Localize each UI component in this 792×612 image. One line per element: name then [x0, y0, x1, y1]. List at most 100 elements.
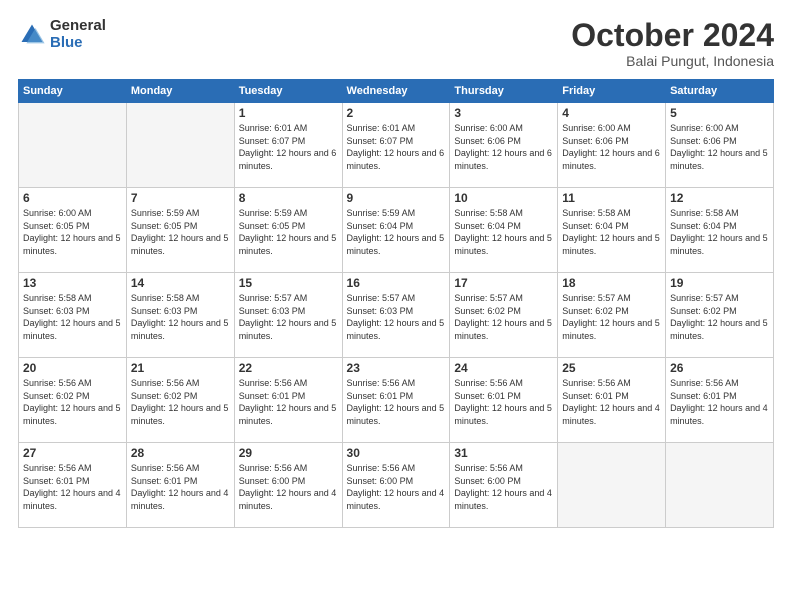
calendar-day-cell: 2 Sunrise: 6:01 AMSunset: 6:07 PMDaylight…	[342, 103, 450, 188]
weekday-header: Sunday	[19, 80, 127, 103]
calendar-day-cell: 24Sunrise: 5:56 AMSunset: 6:01 PMDayligh…	[450, 358, 558, 443]
calendar-day-cell: 15Sunrise: 5:57 AMSunset: 6:03 PMDayligh…	[234, 273, 342, 358]
day-number: 4	[562, 106, 661, 120]
day-info: Sunrise: 5:58 AMSunset: 6:03 PMDaylight:…	[23, 292, 122, 342]
logo-text: General Blue	[50, 18, 106, 51]
weekday-header: Wednesday	[342, 80, 450, 103]
calendar-day-cell: 7Sunrise: 5:59 AMSunset: 6:05 PMDaylight…	[126, 188, 234, 273]
day-number: 29	[239, 446, 338, 460]
calendar-day-cell: 11 Sunrise: 5:58 AMSunset: 6:04 PMDayligh…	[558, 188, 666, 273]
weekday-header: Tuesday	[234, 80, 342, 103]
day-number: 11	[562, 191, 661, 205]
day-info: Sunrise: 5:56 AMSunset: 6:01 PMDaylight:…	[131, 462, 230, 512]
day-number: 12	[670, 191, 769, 205]
day-info: Sunrise: 6:01 AMSunset: 6:07 PMDaylight:…	[347, 122, 446, 172]
page: General Blue October 2024 Balai Pungut, …	[0, 0, 792, 612]
day-number: 24	[454, 361, 553, 375]
day-number: 31	[454, 446, 553, 460]
weekday-header: Saturday	[666, 80, 774, 103]
calendar-day-cell: 29 Sunrise: 5:56 AMSunset: 6:00 PMDayligh…	[234, 443, 342, 528]
day-info: Sunrise: 5:56 AMSunset: 6:02 PMDaylight:…	[23, 377, 122, 427]
calendar-day-cell: 12 Sunrise: 5:58 AMSunset: 6:04 PMDayligh…	[666, 188, 774, 273]
day-number: 23	[347, 361, 446, 375]
day-info: Sunrise: 5:57 AMSunset: 6:02 PMDaylight:…	[670, 292, 769, 342]
day-info: Sunrise: 5:57 AMSunset: 6:03 PMDaylight:…	[347, 292, 446, 342]
calendar-day-cell: 18 Sunrise: 5:57 AMSunset: 6:02 PMDayligh…	[558, 273, 666, 358]
calendar-week-row: 27 Sunrise: 5:56 AMSunset: 6:01 PMDayligh…	[19, 443, 774, 528]
day-info: Sunrise: 6:01 AMSunset: 6:07 PMDaylight:…	[239, 122, 338, 172]
day-info: Sunrise: 5:59 AMSunset: 6:04 PMDaylight:…	[347, 207, 446, 257]
day-number: 6	[23, 191, 122, 205]
day-info: Sunrise: 5:58 AMSunset: 6:03 PMDaylight:…	[131, 292, 230, 342]
calendar-day-cell	[126, 103, 234, 188]
day-info: Sunrise: 5:57 AMSunset: 6:02 PMDaylight:…	[562, 292, 661, 342]
weekday-header: Monday	[126, 80, 234, 103]
calendar-week-row: 1 Sunrise: 6:01 AMSunset: 6:07 PMDaylight…	[19, 103, 774, 188]
calendar-day-cell: 22Sunrise: 5:56 AMSunset: 6:01 PMDayligh…	[234, 358, 342, 443]
day-info: Sunrise: 5:59 AMSunset: 6:05 PMDaylight:…	[131, 207, 230, 257]
logo-blue: Blue	[50, 35, 106, 52]
day-number: 5	[670, 106, 769, 120]
logo: General Blue	[18, 18, 106, 51]
calendar-day-cell: 14 Sunrise: 5:58 AMSunset: 6:03 PMDayligh…	[126, 273, 234, 358]
calendar-week-row: 6 Sunrise: 6:00 AMSunset: 6:05 PMDaylight…	[19, 188, 774, 273]
calendar-day-cell: 3Sunrise: 6:00 AMSunset: 6:06 PMDaylight…	[450, 103, 558, 188]
calendar-day-cell: 9Sunrise: 5:59 AMSunset: 6:04 PMDaylight…	[342, 188, 450, 273]
logo-icon	[18, 21, 46, 49]
calendar-table: SundayMondayTuesdayWednesdayThursdayFrid…	[18, 79, 774, 528]
day-number: 18	[562, 276, 661, 290]
calendar-day-cell: 17Sunrise: 5:57 AMSunset: 6:02 PMDayligh…	[450, 273, 558, 358]
day-info: Sunrise: 5:56 AMSunset: 6:01 PMDaylight:…	[562, 377, 661, 427]
day-number: 17	[454, 276, 553, 290]
day-info: Sunrise: 5:56 AMSunset: 6:00 PMDaylight:…	[347, 462, 446, 512]
calendar-day-cell: 8 Sunrise: 5:59 AMSunset: 6:05 PMDaylight…	[234, 188, 342, 273]
day-number: 26	[670, 361, 769, 375]
day-number: 30	[347, 446, 446, 460]
day-info: Sunrise: 5:56 AMSunset: 6:01 PMDaylight:…	[347, 377, 446, 427]
day-info: Sunrise: 5:56 AMSunset: 6:00 PMDaylight:…	[454, 462, 553, 512]
day-info: Sunrise: 6:00 AMSunset: 6:05 PMDaylight:…	[23, 207, 122, 257]
day-number: 10	[454, 191, 553, 205]
day-number: 20	[23, 361, 122, 375]
calendar-day-cell: 16 Sunrise: 5:57 AMSunset: 6:03 PMDayligh…	[342, 273, 450, 358]
day-number: 3	[454, 106, 553, 120]
calendar-day-cell: 27 Sunrise: 5:56 AMSunset: 6:01 PMDayligh…	[19, 443, 127, 528]
day-number: 13	[23, 276, 122, 290]
calendar-day-cell	[558, 443, 666, 528]
calendar-week-row: 13 Sunrise: 5:58 AMSunset: 6:03 PMDayligh…	[19, 273, 774, 358]
day-number: 21	[131, 361, 230, 375]
day-number: 15	[239, 276, 338, 290]
calendar-day-cell: 19 Sunrise: 5:57 AMSunset: 6:02 PMDayligh…	[666, 273, 774, 358]
day-number: 14	[131, 276, 230, 290]
header: General Blue October 2024 Balai Pungut, …	[18, 18, 774, 69]
calendar-day-cell: 23 Sunrise: 5:56 AMSunset: 6:01 PMDayligh…	[342, 358, 450, 443]
day-number: 19	[670, 276, 769, 290]
day-number: 1	[239, 106, 338, 120]
month-title: October 2024	[571, 18, 774, 53]
day-info: Sunrise: 5:59 AMSunset: 6:05 PMDaylight:…	[239, 207, 338, 257]
day-info: Sunrise: 5:56 AMSunset: 6:02 PMDaylight:…	[131, 377, 230, 427]
day-info: Sunrise: 5:56 AMSunset: 6:01 PMDaylight:…	[23, 462, 122, 512]
calendar-day-cell: 26 Sunrise: 5:56 AMSunset: 6:01 PMDayligh…	[666, 358, 774, 443]
day-number: 2	[347, 106, 446, 120]
calendar-day-cell: 25Sunrise: 5:56 AMSunset: 6:01 PMDayligh…	[558, 358, 666, 443]
calendar-day-cell: 20 Sunrise: 5:56 AMSunset: 6:02 PMDayligh…	[19, 358, 127, 443]
day-number: 27	[23, 446, 122, 460]
day-info: Sunrise: 5:56 AMSunset: 6:00 PMDaylight:…	[239, 462, 338, 512]
day-number: 8	[239, 191, 338, 205]
day-info: Sunrise: 5:58 AMSunset: 6:04 PMDaylight:…	[562, 207, 661, 257]
day-info: Sunrise: 5:56 AMSunset: 6:01 PMDaylight:…	[670, 377, 769, 427]
calendar-day-cell: 6 Sunrise: 6:00 AMSunset: 6:05 PMDaylight…	[19, 188, 127, 273]
location: Balai Pungut, Indonesia	[571, 53, 774, 69]
calendar-day-cell: 30 Sunrise: 5:56 AMSunset: 6:00 PMDayligh…	[342, 443, 450, 528]
calendar-week-row: 20 Sunrise: 5:56 AMSunset: 6:02 PMDayligh…	[19, 358, 774, 443]
weekday-header: Friday	[558, 80, 666, 103]
calendar-day-cell: 21 Sunrise: 5:56 AMSunset: 6:02 PMDayligh…	[126, 358, 234, 443]
weekday-header: Thursday	[450, 80, 558, 103]
calendar-day-cell	[19, 103, 127, 188]
day-number: 16	[347, 276, 446, 290]
day-number: 22	[239, 361, 338, 375]
calendar-header-row: SundayMondayTuesdayWednesdayThursdayFrid…	[19, 80, 774, 103]
calendar-day-cell: 13 Sunrise: 5:58 AMSunset: 6:03 PMDayligh…	[19, 273, 127, 358]
day-info: Sunrise: 5:58 AMSunset: 6:04 PMDaylight:…	[670, 207, 769, 257]
